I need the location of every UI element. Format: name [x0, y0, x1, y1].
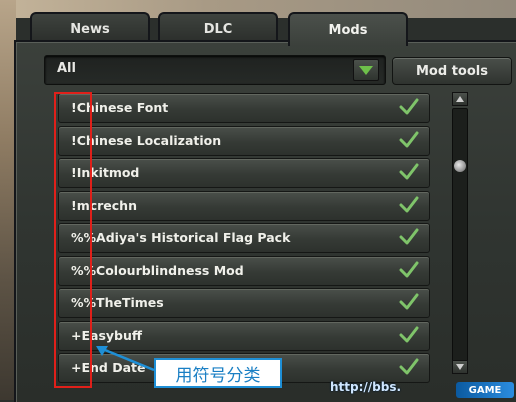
filter-selected-value: All: [57, 61, 76, 76]
mod-filter-dropdown[interactable]: All: [44, 55, 386, 85]
chevron-down-icon: [359, 65, 373, 75]
mod-row[interactable]: !Chinese Localization: [58, 125, 430, 156]
checkmark-icon[interactable]: [399, 293, 419, 311]
mod-name: !mcrechn: [71, 197, 137, 213]
mod-row[interactable]: !mcrechn: [58, 190, 430, 221]
scrollbar-track[interactable]: [452, 108, 468, 366]
checkmark-icon[interactable]: [399, 196, 419, 214]
mod-name: %%Colourblindness Mod: [71, 262, 244, 278]
scroll-down-button[interactable]: [452, 360, 468, 374]
mod-row[interactable]: %%TheTimes: [58, 288, 430, 318]
annotation-callout: 用符号分类: [154, 358, 282, 388]
checkmark-icon[interactable]: [399, 261, 419, 279]
dropdown-button[interactable]: [353, 59, 379, 81]
checkmark-icon[interactable]: [399, 358, 419, 376]
mod-name: !Inkitmod: [71, 165, 140, 180]
mod-row[interactable]: !Inkitmod: [58, 158, 430, 188]
scrollbar-thumb[interactable]: [454, 160, 466, 172]
mod-row[interactable]: %%Adiya's Historical Flag Pack: [58, 223, 430, 253]
checkmark-icon[interactable]: [399, 131, 419, 149]
mod-name: !Chinese Localization: [71, 132, 222, 148]
mod-row[interactable]: %%Colourblindness Mod: [58, 255, 430, 286]
checkmark-icon[interactable]: [399, 163, 419, 181]
checkmark-icon[interactable]: [399, 228, 419, 246]
arrow-up-icon: [456, 96, 464, 102]
mod-tools-button[interactable]: Mod tools: [392, 57, 512, 85]
mod-name: %%TheTimes: [71, 295, 164, 310]
watermark-text: http://bbs.: [330, 380, 402, 394]
checkmark-icon[interactable]: [399, 98, 419, 116]
mod-name: !Chinese Font: [71, 100, 169, 115]
arrow-down-icon: [456, 364, 464, 370]
mod-name: %%Adiya's Historical Flag Pack: [71, 230, 291, 245]
scroll-up-button[interactable]: [452, 92, 468, 106]
tab-mods[interactable]: Mods: [288, 12, 408, 46]
checkmark-icon[interactable]: [399, 326, 419, 344]
mod-row[interactable]: !Chinese Font: [58, 93, 430, 123]
callout-arrow-icon: [96, 346, 155, 372]
watermark-logo: GAME: [456, 382, 514, 398]
